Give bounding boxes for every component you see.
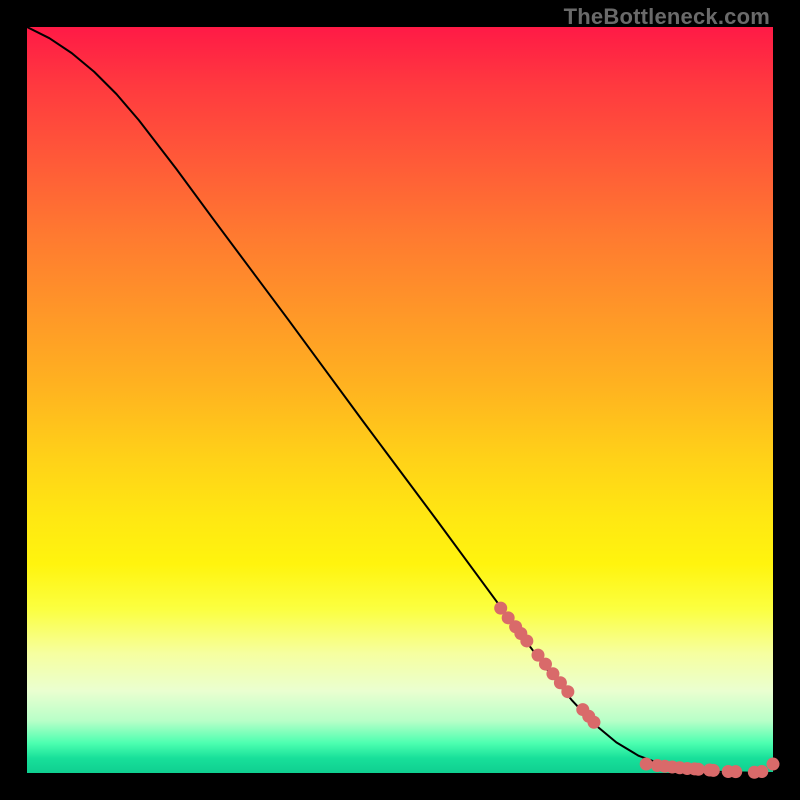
scatter-point: [767, 758, 780, 771]
scatter-point: [520, 634, 533, 647]
scatter-point: [707, 764, 720, 777]
scatter-point: [755, 765, 768, 778]
chart-overlay: [27, 27, 773, 773]
curve-path: [27, 27, 773, 773]
scatter-point: [561, 685, 574, 698]
scatter-point: [729, 765, 742, 778]
scatter-point: [640, 758, 653, 771]
scatter-point: [587, 716, 600, 729]
chart-stage: TheBottleneck.com: [0, 0, 800, 800]
scatter-point: [692, 763, 705, 776]
